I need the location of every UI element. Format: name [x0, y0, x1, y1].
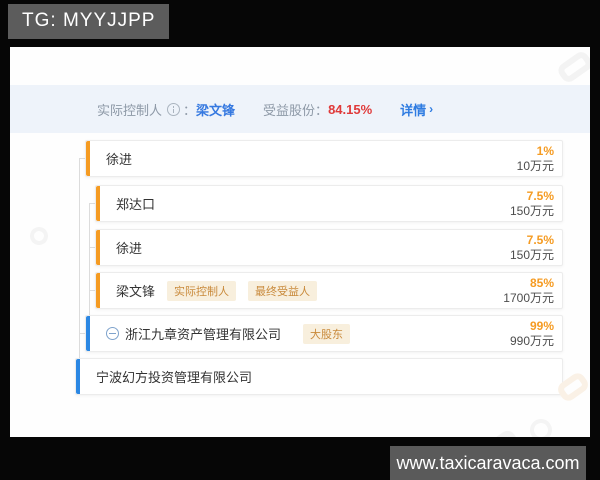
- ownership-panel: 实际控制人 ： 梁文锋 受益股份： 84.15% 详情 › 徐进 1% 10万元: [10, 47, 590, 437]
- row-accent-bar: [86, 141, 90, 176]
- shareholder-name: 梁文锋: [116, 284, 156, 299]
- shareholder-row[interactable]: 浙江九章资产管理有限公司 大股东 99% 990万元: [85, 315, 563, 352]
- controller-name-link[interactable]: 梁文锋: [196, 100, 235, 119]
- shareholder-name: 浙江九章资产管理有限公司: [125, 327, 282, 342]
- share-percent: 99%: [529, 318, 554, 333]
- tag-major-shareholder: 大股东: [303, 323, 351, 344]
- capital-amount: 10万元: [516, 158, 554, 173]
- row-accent-bar: [96, 273, 100, 308]
- tag-actual-controller: 实际控制人: [167, 280, 237, 301]
- info-icon[interactable]: [167, 102, 181, 116]
- share-percent: 85%: [529, 275, 554, 290]
- tree-connector-line: [89, 203, 90, 315]
- capital-amount: 150万元: [509, 203, 554, 218]
- row-accent-bar: [86, 316, 90, 351]
- shareholder-row[interactable]: 梁文锋 实际控制人 最终受益人 85% 1700万元: [95, 272, 563, 309]
- watermark: [525, 414, 557, 437]
- watermark: [555, 49, 590, 85]
- shares-label: 受益股份：: [263, 102, 329, 118]
- shares-value: 84.15%: [328, 101, 373, 117]
- site-watermark-badge: www.taxicaravaca.com: [390, 446, 586, 480]
- tree-connector-line: [79, 158, 80, 358]
- details-label: 详情: [400, 102, 427, 118]
- capital-amount: 150万元: [509, 247, 554, 262]
- capital-amount: 990万元: [509, 333, 554, 348]
- shareholder-row[interactable]: 郑达口 7.5% 150万元: [95, 185, 563, 222]
- row-accent-bar: [96, 230, 100, 265]
- shareholder-name: 徐进: [116, 241, 143, 256]
- company-name: 宁波幻方投资管理有限公司: [96, 370, 253, 385]
- controller-header-band: 实际控制人 ： 梁文锋 受益股份： 84.15% 详情 ›: [10, 85, 590, 133]
- watermark: [26, 223, 52, 249]
- row-accent-bar: [76, 359, 80, 394]
- subject-company-row[interactable]: 宁波幻方投资管理有限公司: [75, 358, 563, 395]
- shareholder-name: 徐进: [106, 152, 133, 167]
- share-percent: 7.5%: [526, 232, 554, 247]
- watermark: [476, 427, 524, 437]
- controller-label: 实际控制人: [97, 102, 163, 118]
- shareholder-name: 郑达口: [116, 197, 156, 212]
- capital-amount: 1700万元: [503, 290, 554, 305]
- details-link[interactable]: 详情 ›: [400, 100, 433, 119]
- share-percent: 7.5%: [526, 188, 554, 203]
- tg-watermark-badge: TG: MYYJJPP: [8, 4, 170, 39]
- row-accent-bar: [96, 186, 100, 221]
- controller-colon: ：: [183, 102, 197, 118]
- collapse-minus-icon[interactable]: [106, 327, 119, 340]
- shareholder-row[interactable]: 徐进 1% 10万元: [85, 140, 563, 177]
- shareholder-row[interactable]: 徐进 7.5% 150万元: [95, 229, 563, 266]
- share-percent: 1%: [536, 143, 554, 158]
- chevron-right-icon: ›: [429, 102, 434, 116]
- tag-ultimate-beneficiary: 最终受益人: [248, 280, 318, 301]
